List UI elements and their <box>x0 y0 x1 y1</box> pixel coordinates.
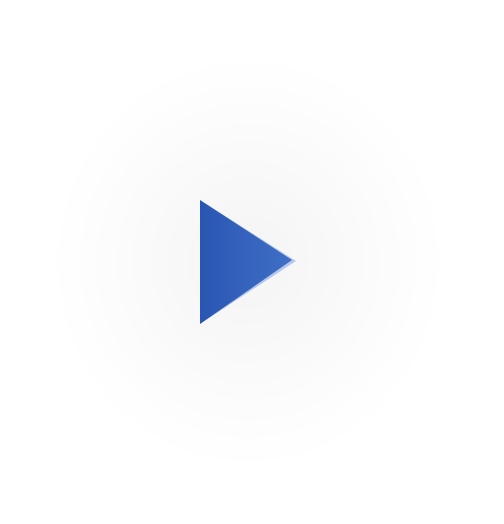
play-button[interactable] <box>190 192 310 332</box>
video-poster <box>0 0 504 524</box>
play-icon <box>200 200 296 324</box>
